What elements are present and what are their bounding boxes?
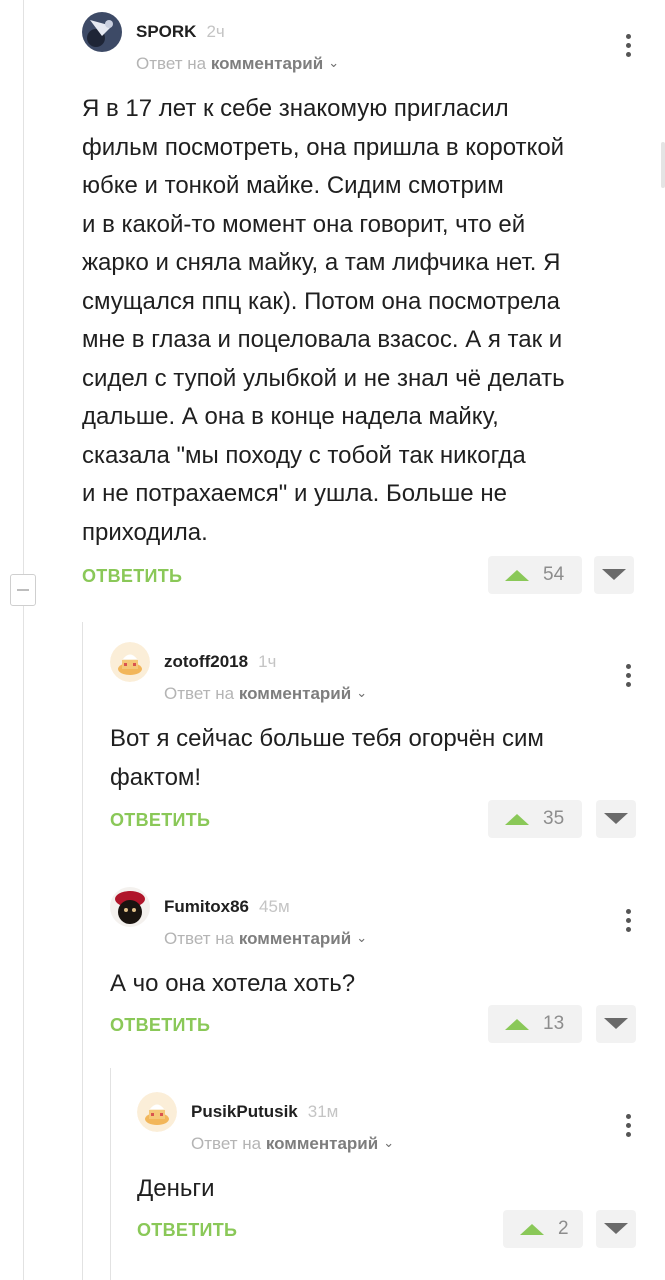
comment-text: Я в 17 лет к себе знакомую пригласил фил… <box>82 95 565 546</box>
comment-text: А чо она хотела хоть? <box>110 970 356 997</box>
thread-line-level-1 <box>23 0 24 1280</box>
triangle-up-icon <box>520 1223 544 1235</box>
reply-button[interactable]: ОТВЕТИТЬ <box>110 810 210 831</box>
comment-time: 2ч <box>206 22 225 41</box>
reply-button[interactable]: ОТВЕТИТЬ <box>137 1220 237 1241</box>
upvote-button[interactable]: 13 <box>488 1005 582 1043</box>
upvote-button[interactable]: 54 <box>488 556 582 594</box>
avatar[interactable] <box>110 887 150 927</box>
triangle-down-icon <box>604 1018 628 1029</box>
rating-count: 54 <box>543 564 565 585</box>
more-vertical-icon[interactable] <box>624 34 632 62</box>
thread-line-level-3 <box>110 1068 111 1280</box>
thread-line-level-2 <box>82 622 83 1280</box>
author-name[interactable]: zotoff2018 <box>164 652 248 671</box>
user-avatar-image <box>110 887 150 927</box>
chevron-down-icon[interactable]: ⌄ <box>328 55 339 71</box>
more-vertical-icon[interactable] <box>624 1114 632 1142</box>
comment-author[interactable]: PusikPutusik 31м <box>191 1102 338 1122</box>
comment-author[interactable]: Fumitox86 45м <box>164 897 290 917</box>
reply-to-target[interactable]: комментарий <box>239 929 351 948</box>
comment-author[interactable]: zotoff2018 1ч <box>164 652 276 672</box>
avatar[interactable] <box>82 12 122 52</box>
comment-fumitox86: Fumitox86 45м Ответ на комментарий ⌄ А чо … <box>110 887 640 1057</box>
reply-to-prefix: Ответ на <box>191 1134 262 1153</box>
collapse-thread-button[interactable] <box>10 574 36 606</box>
avatar[interactable] <box>110 642 150 682</box>
author-name[interactable]: Fumitox86 <box>164 897 249 916</box>
reply-to-target[interactable]: комментарий <box>239 684 351 703</box>
triangle-down-icon <box>604 813 628 824</box>
chevron-down-icon[interactable]: ⌄ <box>356 930 367 946</box>
triangle-down-icon <box>602 569 626 580</box>
avatar[interactable] <box>137 1092 177 1132</box>
author-name[interactable]: SPORK <box>136 22 196 41</box>
chevron-down-icon[interactable]: ⌄ <box>356 685 367 701</box>
triangle-up-icon <box>505 569 529 581</box>
triangle-up-icon <box>505 1018 529 1030</box>
reply-to-target[interactable]: комментарий <box>266 1134 378 1153</box>
default-avatar-image <box>110 642 150 682</box>
scrollbar-thumb[interactable] <box>661 142 665 188</box>
reply-to-link[interactable]: Ответ на комментарий ⌄ <box>164 929 367 949</box>
chevron-down-icon[interactable]: ⌄ <box>383 1135 394 1151</box>
triangle-down-icon <box>604 1223 628 1234</box>
comment-text: Вот я сейчас больше тебя огорчён сим фак… <box>110 725 544 791</box>
downvote-button[interactable] <box>596 1210 636 1248</box>
reply-to-prefix: Ответ на <box>164 929 235 948</box>
comment-text: Деньги <box>137 1175 215 1202</box>
rating-count: 2 <box>558 1218 569 1239</box>
reply-button[interactable]: ОТВЕТИТЬ <box>82 566 182 587</box>
rating-count: 35 <box>543 808 565 829</box>
more-vertical-icon[interactable] <box>624 909 632 937</box>
reply-to-target[interactable]: комментарий <box>211 54 323 73</box>
comment-time: 1ч <box>258 652 277 671</box>
upvote-button[interactable]: 35 <box>488 800 582 838</box>
downvote-button[interactable] <box>594 556 634 594</box>
default-avatar-image <box>137 1092 177 1132</box>
comment-pusikputusik: PusikPutusik 31м Ответ на комментарий ⌄ Де… <box>137 1092 640 1262</box>
downvote-button[interactable] <box>596 800 636 838</box>
reply-to-link[interactable]: Ответ на комментарий ⌄ <box>164 684 367 704</box>
more-vertical-icon[interactable] <box>624 664 632 692</box>
rating-count: 13 <box>543 1013 565 1034</box>
downvote-button[interactable] <box>596 1005 636 1043</box>
reply-button[interactable]: ОТВЕТИТЬ <box>110 1015 210 1036</box>
triangle-up-icon <box>505 813 529 825</box>
author-name[interactable]: PusikPutusik <box>191 1102 298 1121</box>
comment-time: 31м <box>307 1102 339 1121</box>
reply-to-prefix: Ответ на <box>136 54 207 73</box>
comment-time: 45м <box>259 897 290 916</box>
upvote-button[interactable]: 2 <box>503 1210 583 1248</box>
reply-to-link[interactable]: Ответ на комментарий ⌄ <box>191 1134 394 1154</box>
reply-to-prefix: Ответ на <box>164 684 235 703</box>
comment-zotoff2018: zotoff2018 1ч Ответ на комментарий ⌄ Вот я… <box>110 642 640 852</box>
comment-spork: SPORK 2ч Ответ на комментарий ⌄ Я в 17 лет… <box>82 12 642 612</box>
comment-author[interactable]: SPORK 2ч <box>136 22 225 42</box>
reply-to-link[interactable]: Ответ на комментарий ⌄ <box>136 54 339 74</box>
user-avatar-image <box>82 12 122 52</box>
